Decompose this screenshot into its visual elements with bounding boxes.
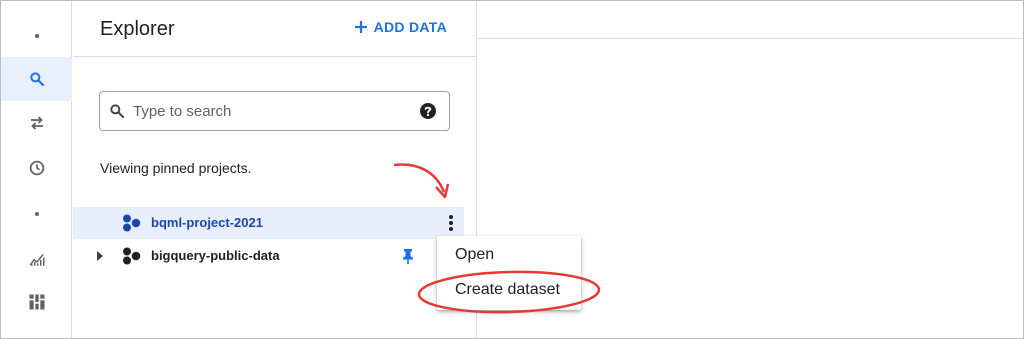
search-icon [29,72,44,87]
project-row-bqml[interactable]: bqml-project-2021 [73,207,464,239]
rail-search[interactable] [1,57,72,101]
more-options-button[interactable] [437,207,464,239]
explorer-header: Explorer ADD DATA [73,1,477,57]
project-label: bqml-project-2021 [151,215,263,230]
rail-analytics[interactable] [1,237,72,281]
search-box[interactable] [99,91,450,131]
history-icon [29,160,44,176]
add-data-label: ADD DATA [373,19,447,35]
rail-history[interactable] [1,146,72,190]
project-context-menu: Open Create dataset [437,236,581,310]
add-data-button[interactable]: ADD DATA [354,19,447,35]
expand-arrow-icon[interactable] [96,250,104,262]
menu-item-create-dataset[interactable]: Create dataset [437,273,581,307]
left-nav-rail [1,1,72,338]
more-vert-icon [448,215,453,231]
explorer-title: Explorer [100,18,175,40]
right-pane-header [478,1,1023,39]
rail-dot-middle [1,192,72,236]
project-hexagon-icon [123,247,141,265]
viewing-pinned-text: Viewing pinned projects. [100,160,252,176]
rail-dot-top [1,14,72,58]
rail-transfers[interactable] [1,101,72,145]
search-input[interactable] [133,101,413,121]
menu-item-open[interactable]: Open [437,238,581,272]
dot-icon [34,34,39,38]
explorer-panel: Explorer ADD DATA Viewing pinned project… [73,1,477,338]
analytics-icon [29,254,44,266]
dashboard-icon [29,294,44,310]
project-hexagon-icon [123,214,141,232]
pin-icon[interactable] [401,248,415,264]
rail-dashboard[interactable] [1,280,72,324]
dot-icon [34,212,39,216]
project-label: bigquery-public-data [151,248,280,263]
help-icon[interactable] [419,102,437,120]
transfer-icon [30,116,43,130]
plus-icon [354,21,367,33]
search-icon [110,104,124,118]
project-row-public-data[interactable]: bigquery-public-data [73,240,464,272]
